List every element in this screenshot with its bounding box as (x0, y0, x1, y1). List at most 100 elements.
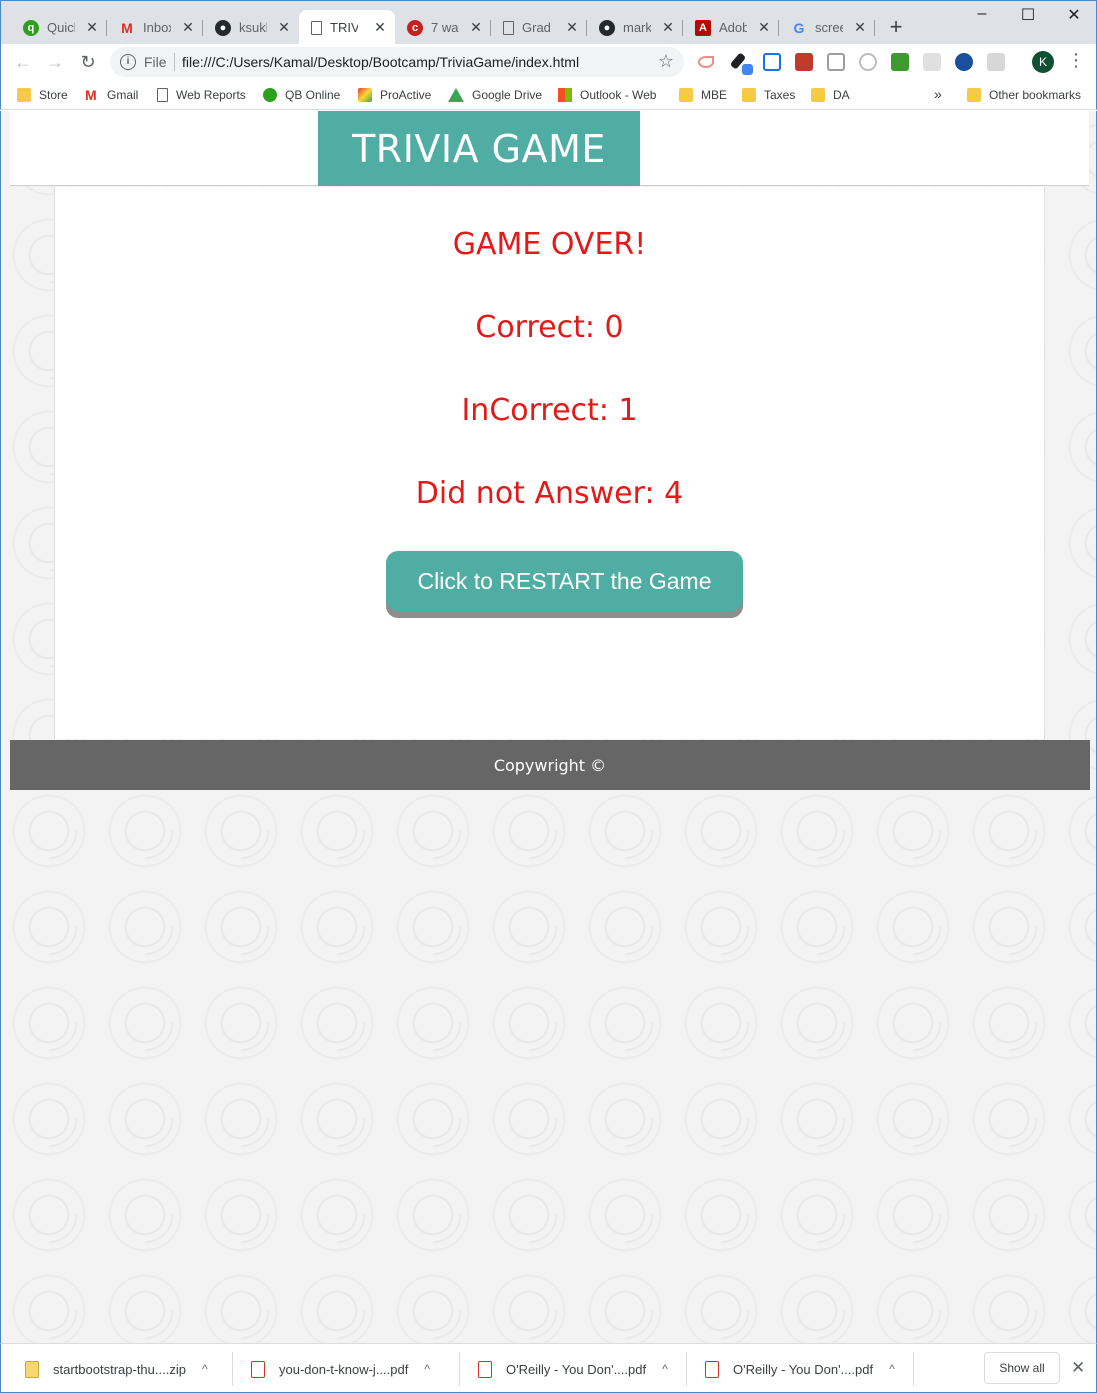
tab-label: ksukh (239, 20, 267, 35)
download-item[interactable]: startbootstrap-thu....zip ^ (25, 1344, 208, 1393)
game-over-heading: GAME OVER! (452, 227, 647, 262)
tab-label: Adobe (719, 20, 747, 35)
address-bar[interactable]: i File file:///C:/Users/Kamal/Desktop/Bo… (110, 47, 684, 77)
page-title: TRIVIA GAME (352, 126, 606, 171)
profile-avatar[interactable]: K (1032, 51, 1054, 73)
reload-icon[interactable]: ↻ (76, 50, 100, 74)
cors-extension-icon[interactable] (891, 53, 909, 71)
close-icon[interactable]: ✕ (1071, 1358, 1085, 1378)
pdf-file-icon (251, 1360, 265, 1378)
pdf-file-icon (478, 1360, 492, 1378)
close-icon[interactable]: ✕ (277, 19, 291, 36)
bookmark-star-icon[interactable]: ☆ (658, 51, 674, 72)
correct-count: Correct: 0 (475, 310, 624, 345)
download-filename: startbootstrap-thu....zip (53, 1361, 186, 1377)
bookmark-google-drive[interactable]: Google Drive (448, 85, 542, 105)
adobe-icon: A (695, 19, 711, 36)
tab-label: Quick (47, 20, 75, 35)
bookmark-label: Gmail (107, 88, 139, 102)
download-item[interactable]: you-don-t-know-j....pdf ^ (251, 1344, 430, 1393)
new-tab-button[interactable]: + (885, 14, 907, 40)
close-icon[interactable]: ✕ (757, 19, 771, 36)
bookmark-mbe[interactable]: MBE (679, 85, 727, 105)
quickbooks-icon (263, 88, 277, 102)
bookmark-other-bookmarks[interactable]: Other bookmarks (967, 85, 1081, 105)
show-all-downloads-button[interactable]: Show all (984, 1352, 1060, 1384)
bookmark-web-reports[interactable]: Web Reports (157, 85, 246, 105)
book-extension-icon[interactable] (795, 53, 813, 71)
bookmark-label: DA (833, 88, 850, 102)
github-icon: ● (215, 19, 231, 36)
folder-icon (17, 88, 31, 102)
bookmark-proactive[interactable]: ProActive (358, 85, 431, 105)
tab-grade[interactable]: Grade ✕ (491, 10, 587, 45)
crop-grid-icon[interactable] (763, 53, 781, 71)
bookmark-outlook-web[interactable]: Outlook - Web (558, 85, 656, 105)
download-filename: you-don-t-know-j....pdf (279, 1361, 409, 1377)
close-icon[interactable]: ✕ (373, 19, 387, 36)
close-icon[interactable]: ✕ (181, 19, 195, 36)
tab-quickbooks[interactable]: q Quick ✕ (11, 10, 107, 45)
url-text[interactable]: file:///C:/Users/Kamal/Desktop/Bootcamp/… (182, 54, 579, 70)
close-icon[interactable]: ✕ (469, 19, 483, 36)
bookmark-label: ProActive (380, 88, 432, 102)
bookmark-label: Web Reports (176, 88, 246, 102)
bookmarks-overflow-button[interactable]: » (934, 86, 942, 102)
bookmark-da[interactable]: DA (811, 85, 850, 105)
quickbooks-icon: q (23, 19, 39, 36)
bookmark-label: QB Online (285, 88, 341, 102)
bookmark-gmail[interactable]: M Gmail (85, 85, 138, 105)
outlook-icon (558, 88, 572, 102)
github-icon: ● (599, 19, 615, 36)
tab-github-markc[interactable]: ● markc ✕ (587, 10, 683, 45)
close-icon[interactable]: ✕ (565, 19, 579, 36)
chevron-up-icon[interactable]: ^ (889, 1362, 895, 1376)
download-item[interactable]: O'Reilly - You Don'....pdf ^ (705, 1344, 895, 1393)
chevron-up-icon[interactable]: ^ (424, 1362, 430, 1376)
close-icon[interactable]: ✕ (661, 19, 675, 36)
screenshot-extension-icon[interactable] (827, 53, 845, 71)
browser-toolbar: ← → ↻ i File file:///C:/Users/Kamal/Desk… (0, 44, 1097, 80)
restart-button[interactable]: Click to RESTART the Game (386, 551, 743, 611)
tab-google-screen[interactable]: G screen ✕ (779, 10, 875, 45)
info-icon[interactable]: i (120, 54, 136, 70)
download-filename: O'Reilly - You Don'....pdf (506, 1361, 647, 1377)
back-arrow-icon[interactable]: ← (11, 50, 35, 74)
close-icon[interactable]: ✕ (85, 19, 99, 36)
globe-extension-icon[interactable] (955, 53, 973, 71)
bookmark-label: Taxes (764, 88, 796, 102)
clock-extension-icon[interactable] (859, 53, 877, 71)
chevron-up-icon[interactable]: ^ (662, 1362, 668, 1376)
tab-trivia[interactable]: TRIVIA ✕ (299, 10, 395, 45)
bookmark-label: MBE (701, 88, 728, 102)
tab-strip: q Quick ✕ M Inbox ✕ ● ksukh ✕ TRIVIA ✕ c… (0, 0, 1097, 45)
tab-github-ksukh[interactable]: ● ksukh ✕ (203, 10, 299, 45)
close-icon[interactable]: ✕ (853, 19, 867, 36)
gmail-icon: M (85, 87, 97, 103)
tab-label: 7 way (431, 20, 459, 35)
maximize-button[interactable]: ☐ (1005, 5, 1051, 25)
gray-extension-icon[interactable] (923, 53, 941, 71)
menu-dots-icon[interactable]: ⋮ (1067, 50, 1085, 71)
zip-file-icon (25, 1360, 39, 1378)
folder-icon (967, 88, 981, 102)
minimize-button[interactable]: – (959, 5, 1005, 23)
download-item[interactable]: O'Reilly - You Don'....pdf ^ (478, 1344, 668, 1393)
bookmark-store[interactable]: Store (17, 85, 68, 105)
tab-adobe[interactable]: A Adobe ✕ (683, 10, 779, 45)
tab-7-ways[interactable]: c 7 way ✕ (395, 10, 491, 45)
pdf-extension-icon[interactable] (987, 53, 1005, 71)
chevron-up-icon[interactable]: ^ (202, 1362, 208, 1376)
bookmark-qb-online[interactable]: QB Online (263, 85, 340, 105)
download-separator (686, 1352, 687, 1386)
download-separator (913, 1352, 914, 1386)
forward-arrow-icon[interactable]: → (43, 50, 67, 74)
tab-label: TRIVIA (330, 20, 358, 35)
folder-icon (679, 88, 693, 102)
extension-arrow-icon[interactable] (698, 56, 714, 68)
close-window-button[interactable]: ✕ (1051, 5, 1097, 25)
site-icon: c (407, 19, 423, 36)
scheme-label: File (144, 54, 167, 70)
tab-inbox[interactable]: M Inbox ✕ (107, 10, 203, 45)
bookmark-taxes[interactable]: Taxes (742, 85, 795, 105)
